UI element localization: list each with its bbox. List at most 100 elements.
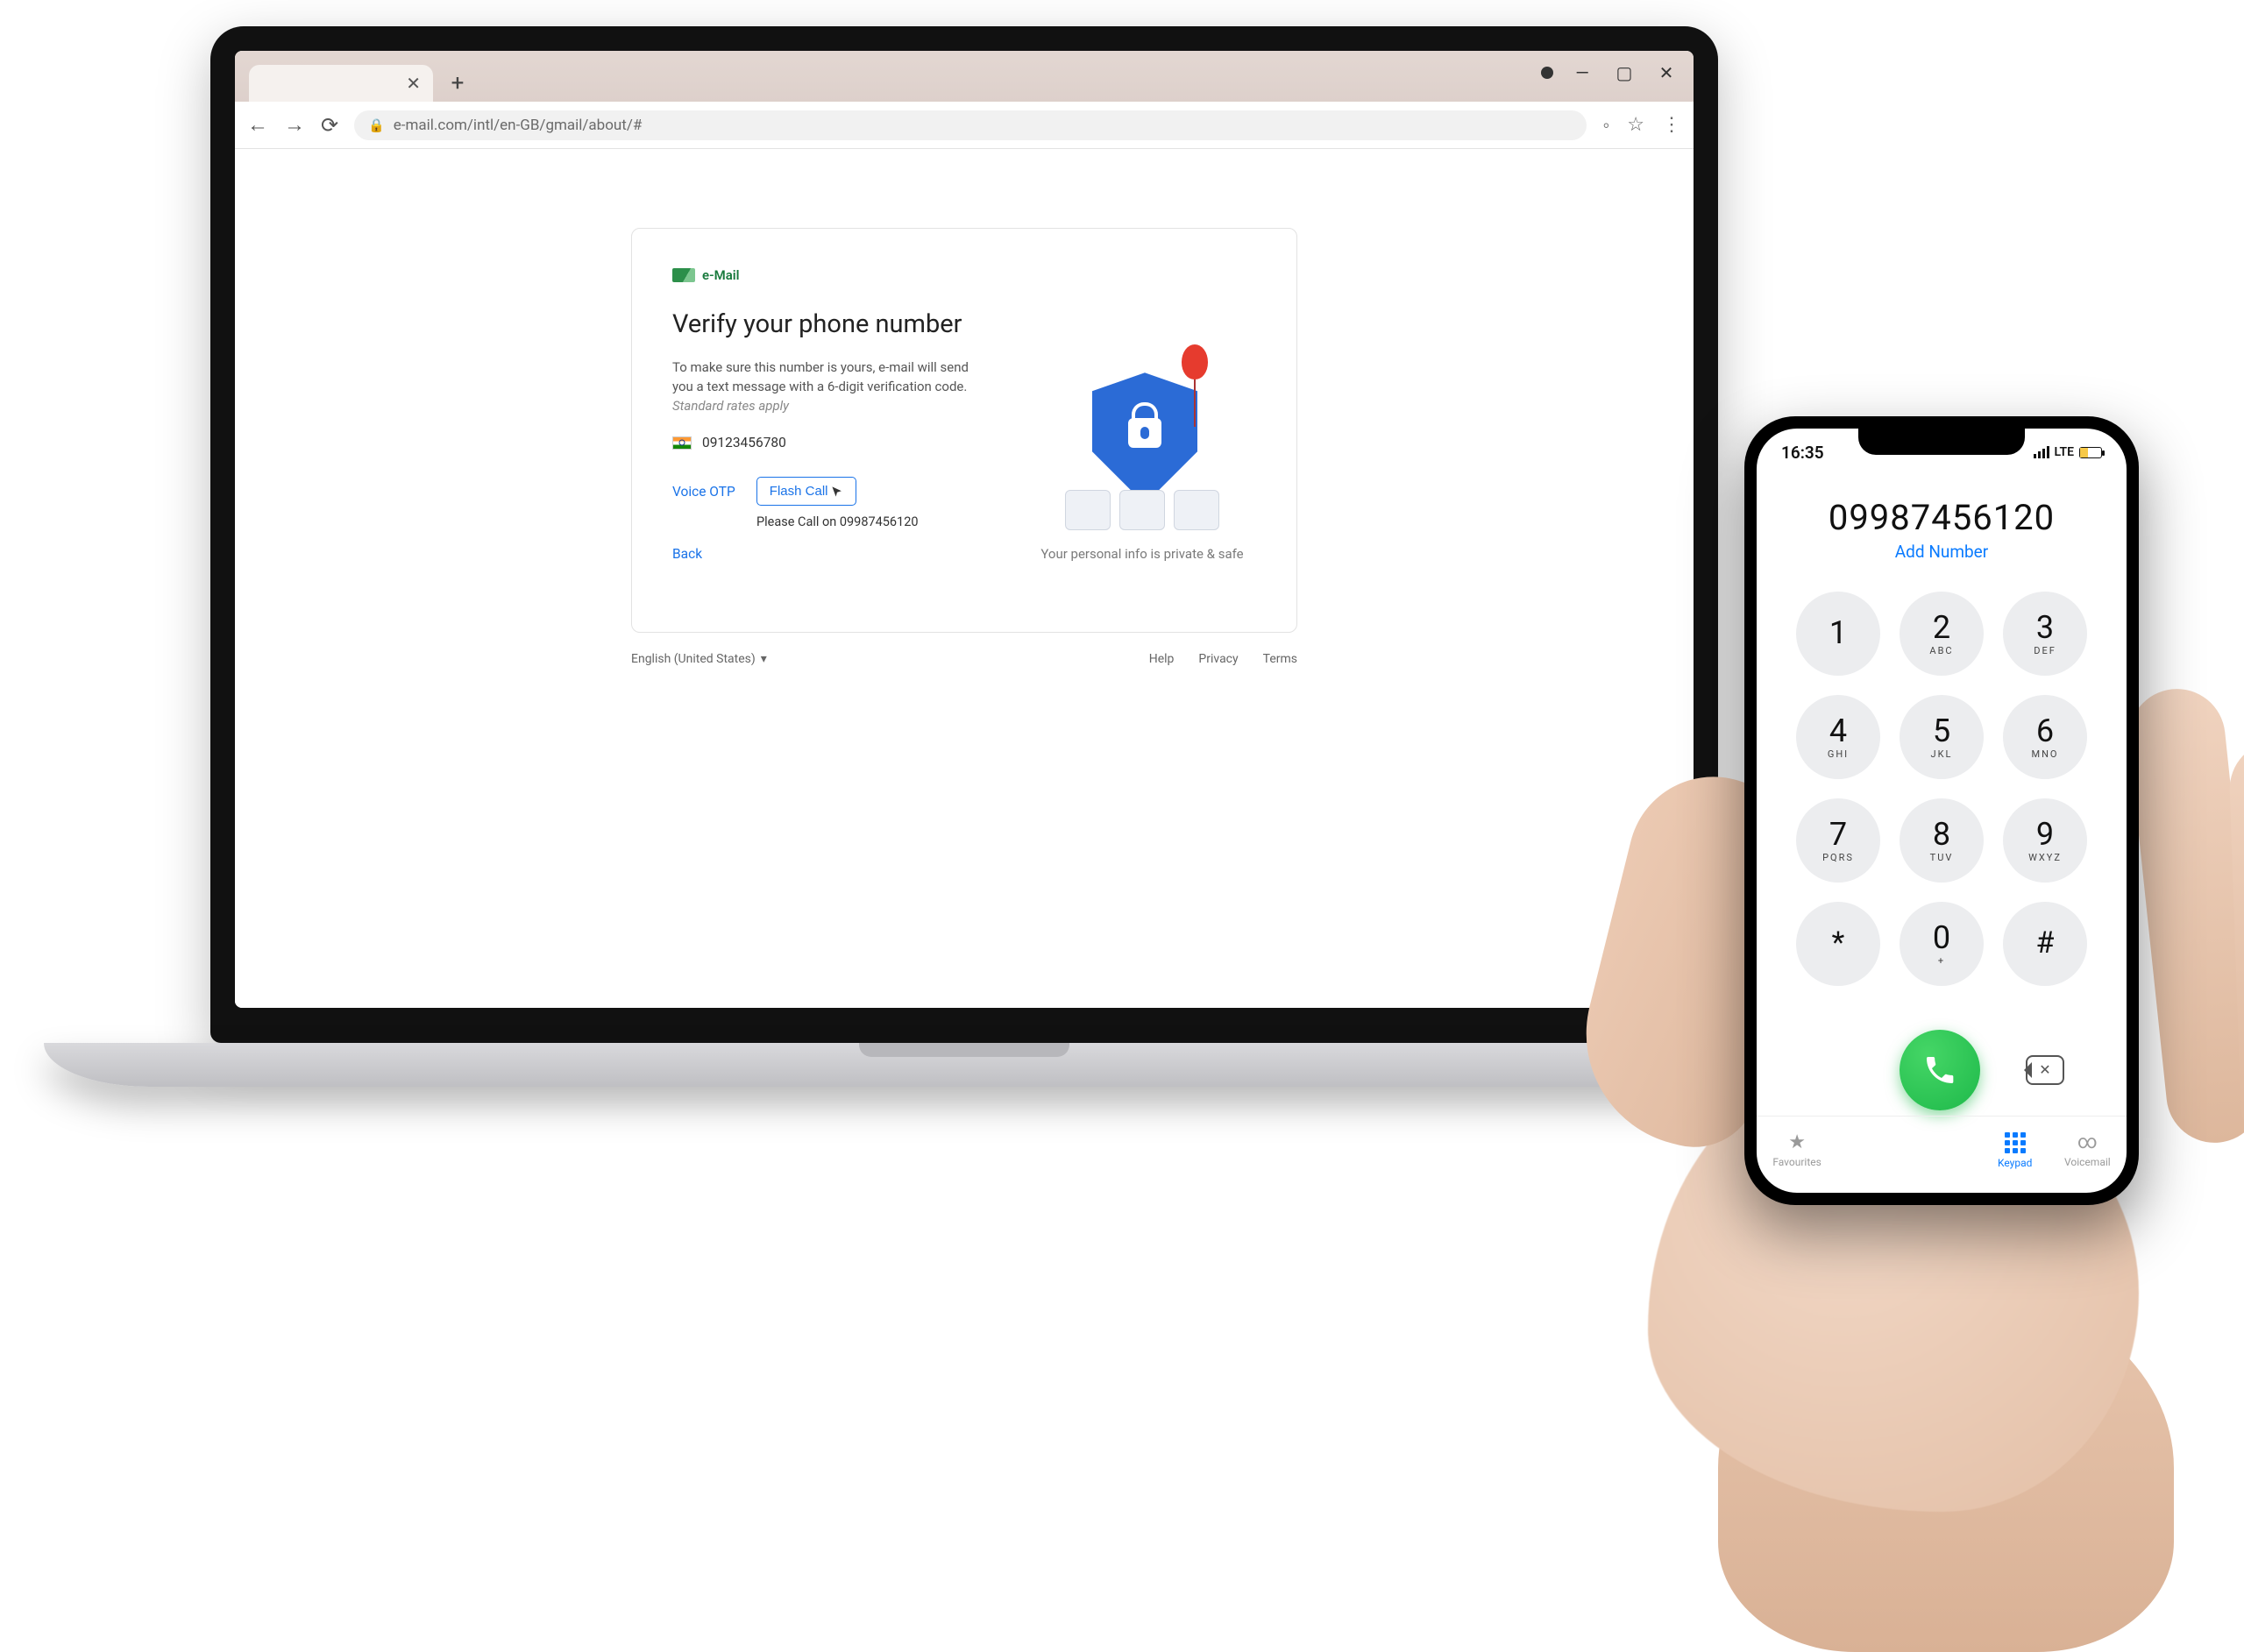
desc-main: To make sure this number is yours, e-mai…: [672, 359, 969, 394]
window-controls: — ▢ ✕: [1541, 60, 1679, 86]
shield-icon: [1092, 372, 1197, 504]
browser-tabstrip: ✕ + — ▢ ✕: [235, 51, 1694, 102]
key-digit: #: [2036, 928, 2055, 958]
key-digit: 8: [1933, 819, 1950, 850]
toolbar-right: ◦ ☆ ⋮: [1602, 114, 1681, 137]
card-title: Verify your phone number: [672, 309, 1002, 339]
laptop: ✕ + — ▢ ✕ ← → ⟳ 🔒 e-mail.com/intl/en-GB/…: [44, 26, 1885, 1122]
key-3[interactable]: 3DEF: [2003, 592, 2087, 676]
minimize-button[interactable]: —: [1569, 60, 1595, 86]
card-footer: English (United States) ▾ Help Privacy T…: [631, 652, 1297, 666]
language-label: English (United States): [631, 652, 756, 666]
voice-otp-link[interactable]: Voice OTP: [672, 484, 735, 500]
illustration-minis: [1050, 490, 1234, 530]
mobile-phone: 16:35 LTE 09987456120 Add Number 1 2ABC …: [1744, 416, 2139, 1205]
key-digit: *: [1832, 928, 1845, 958]
key-7[interactable]: 7 PQRS: [1796, 798, 1880, 883]
browser-toolbar: ← → ⟳ 🔒 e-mail.com/intl/en-GB/gmail/abou…: [235, 102, 1694, 149]
call-button[interactable]: [1900, 1030, 1980, 1110]
laptop-base: [44, 1043, 1885, 1087]
back-link[interactable]: Back: [672, 546, 702, 562]
key-2[interactable]: 2ABC: [1900, 592, 1984, 676]
flash-call-tooltip: Please Call on 09987456120: [756, 514, 1002, 529]
key-5[interactable]: 5JKL: [1900, 695, 1984, 779]
tab-label: Keypad: [1998, 1157, 2032, 1169]
key-letters: PQRS: [1822, 852, 1854, 863]
network-label: LTE: [2055, 445, 2074, 459]
flag-india-icon: [672, 436, 692, 450]
key-6[interactable]: 6MNO: [2003, 695, 2087, 779]
url-text: e-mail.com/intl/en-GB/gmail/about/#: [394, 117, 643, 134]
privacy-illustration: [1050, 364, 1234, 530]
tab-keypad[interactable]: Keypad: [1998, 1132, 2032, 1169]
keypad: 1 2ABC 3DEF 4GHI 5JKL 6MNO 7 PQRS 8 TUV 9W…: [1757, 585, 2127, 1021]
close-tab-icon[interactable]: ✕: [406, 73, 421, 94]
key-digit: 7: [1829, 819, 1847, 850]
brand: e-Mail: [672, 267, 1002, 283]
key-0[interactable]: 0+: [1900, 902, 1984, 986]
verify-card: e-Mail Verify your phone number To make …: [631, 228, 1297, 633]
footer-privacy-link[interactable]: Privacy: [1198, 652, 1238, 666]
status-right: LTE: [2034, 445, 2102, 459]
key-4[interactable]: 4GHI: [1796, 695, 1880, 779]
lock-icon: 🔒: [368, 117, 385, 133]
battery-icon: [2079, 447, 2102, 458]
key-digit: 6: [2036, 715, 2054, 747]
key-letters: MNO: [2031, 748, 2058, 760]
new-tab-button[interactable]: +: [442, 67, 473, 99]
key-letters: TUV: [1930, 852, 1954, 863]
close-window-button[interactable]: ✕: [1653, 60, 1679, 86]
laptop-bezel: ✕ + — ▢ ✕ ← → ⟳ 🔒 e-mail.com/intl/en-GB/…: [210, 26, 1718, 1043]
maximize-button[interactable]: ▢: [1611, 60, 1637, 86]
voicemail-icon: ∞: [2077, 1133, 2098, 1152]
key-9[interactable]: 9WXYZ: [2003, 798, 2087, 883]
address-bar[interactable]: 🔒 e-mail.com/intl/en-GB/gmail/about/#: [354, 110, 1587, 140]
reload-button[interactable]: ⟳: [321, 113, 338, 138]
mini-card-icon: [1174, 490, 1219, 530]
menu-kebab-icon[interactable]: ⋮: [1662, 114, 1681, 136]
browser-tab[interactable]: ✕: [249, 65, 433, 102]
action-row: Voice OTP Flash Call: [672, 477, 1002, 506]
star-icon: ★: [1788, 1133, 1806, 1152]
cursor-icon: [831, 486, 843, 498]
padlock-icon: [1128, 418, 1161, 448]
footer-terms-link[interactable]: Terms: [1263, 652, 1297, 666]
card-right: Your personal info is private & safe: [1028, 267, 1256, 562]
extension-icon[interactable]: ◦: [1602, 114, 1609, 137]
key-digit: 9: [2036, 819, 2054, 850]
tab-voicemail[interactable]: ∞ Voicemail: [2064, 1133, 2111, 1168]
key-letters: JKL: [1931, 748, 1953, 760]
phone-row: 09123456780: [672, 435, 1002, 450]
backspace-button[interactable]: [2026, 1055, 2064, 1085]
phone-notch: [1858, 429, 2025, 455]
flash-call-label: Flash Call: [770, 484, 828, 499]
phone-screen: 16:35 LTE 09987456120 Add Number 1 2ABC …: [1757, 429, 2127, 1193]
language-selector[interactable]: English (United States) ▾: [631, 652, 767, 666]
key-digit: 0: [1933, 922, 1950, 954]
chevron-down-icon: ▾: [761, 652, 767, 666]
signal-bars-icon: [2034, 446, 2049, 458]
tab-favourites[interactable]: ★ Favourites: [1772, 1133, 1821, 1168]
dial-action-row: [1757, 1030, 2127, 1110]
card-description: To make sure this number is yours, e-mai…: [672, 358, 970, 415]
flash-call-button[interactable]: Flash Call: [756, 477, 857, 506]
key-1[interactable]: 1: [1796, 592, 1880, 676]
key-hash[interactable]: #: [2003, 902, 2087, 986]
back-button[interactable]: ←: [247, 112, 268, 138]
key-star[interactable]: *: [1796, 902, 1880, 986]
key-digit: 4: [1829, 715, 1847, 747]
key-letters: GHI: [1828, 748, 1849, 760]
key-letters: DEF: [2034, 645, 2056, 656]
footer-help-link[interactable]: Help: [1149, 652, 1175, 666]
key-8[interactable]: 8 TUV: [1900, 798, 1984, 883]
forward-button[interactable]: →: [284, 112, 305, 138]
add-number-link[interactable]: Add Number: [1757, 542, 2127, 562]
mini-card-icon: [1119, 490, 1165, 530]
account-dot-icon[interactable]: [1541, 67, 1553, 79]
card-left: e-Mail Verify your phone number To make …: [672, 267, 1002, 562]
brand-icon: [672, 268, 695, 282]
bookmark-star-icon[interactable]: ☆: [1627, 114, 1644, 136]
laptop-hinge-notch: [859, 1043, 1069, 1057]
status-time: 16:35: [1781, 443, 1824, 463]
privacy-message: Your personal info is private & safe: [1040, 546, 1243, 562]
